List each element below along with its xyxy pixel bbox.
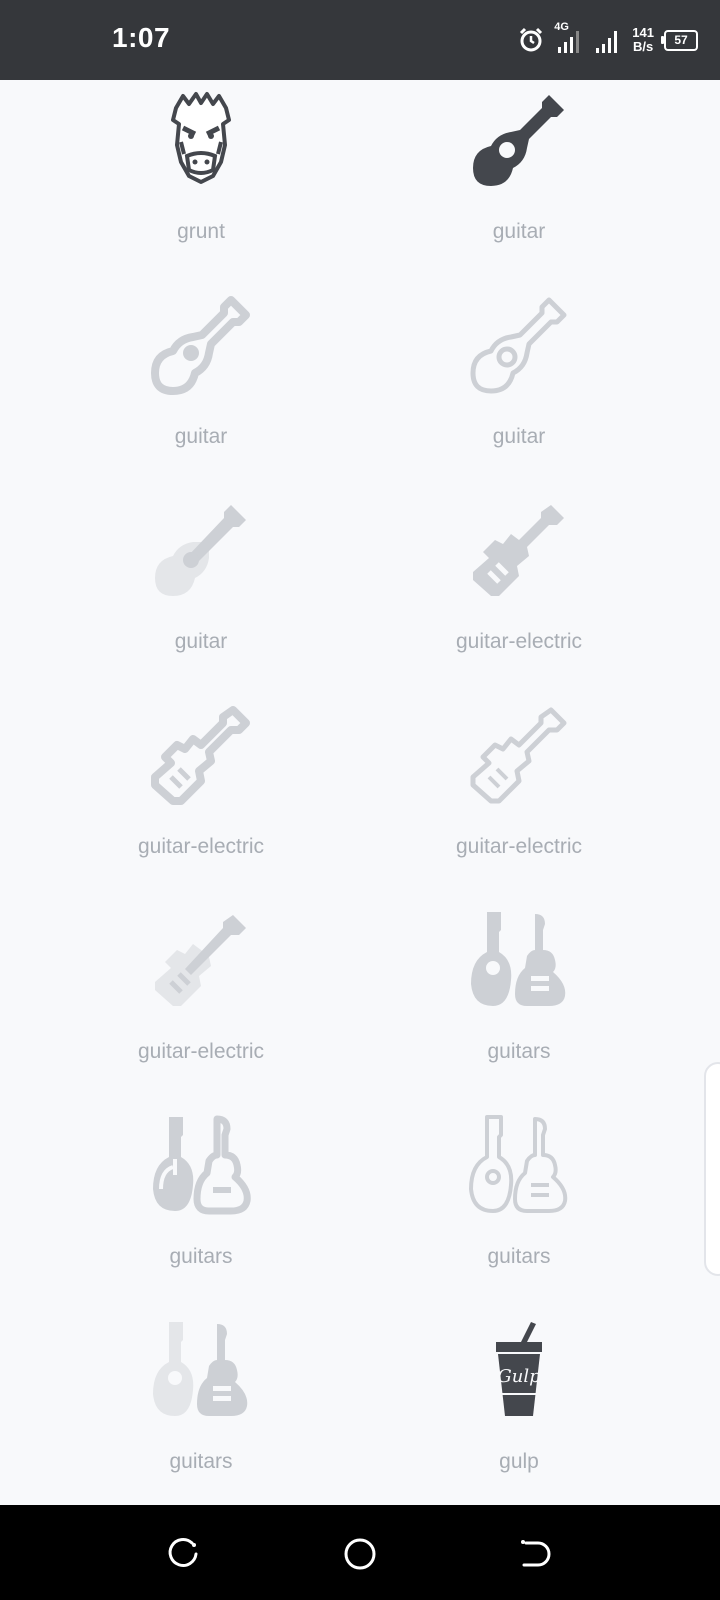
grunt-icon	[171, 92, 231, 184]
icon-cell-guitar[interactable]: guitar	[360, 285, 678, 490]
icon-cell-guitars[interactable]: guitars	[360, 900, 678, 1105]
guitars-regular-icon	[153, 1115, 251, 1215]
guitar-solid-icon	[473, 95, 564, 186]
guitar-light-icon	[470, 297, 567, 394]
status-time: 1:07	[112, 22, 171, 53]
icon-cell-gulp[interactable]: Gulp gulp	[360, 1310, 678, 1515]
icon-cell-guitars[interactable]: guitars	[42, 1105, 360, 1310]
guitars-solid-icon	[471, 912, 566, 1006]
icon-cell-guitars[interactable]: guitars	[360, 1105, 678, 1310]
svg-text:Gulp: Gulp	[497, 1366, 541, 1387]
icon-label: guitars	[169, 1245, 233, 1268]
edge-panel-handle[interactable]	[704, 1062, 720, 1276]
alarm-icon	[520, 27, 543, 52]
icon-label: guitar	[492, 220, 546, 243]
icon-cell-guitar-electric[interactable]: guitar-electric	[42, 695, 360, 900]
icon-cell-grunt[interactable]: grunt	[42, 80, 360, 285]
icon-cell-guitars[interactable]: guitars	[42, 1310, 360, 1515]
icon-label: guitar	[492, 425, 546, 448]
icon-cell-guitar-electric[interactable]: guitar-electric	[42, 900, 360, 1105]
icon-cell-guitar-electric[interactable]: guitar-electric	[360, 695, 678, 900]
home-icon[interactable]	[343, 1537, 377, 1571]
guitar-electric-regular-icon	[151, 706, 250, 805]
icon-cell-guitar-electric[interactable]: guitar-electric	[360, 490, 678, 695]
icon-label: guitars	[169, 1450, 233, 1473]
guitar-electric-light-icon	[470, 707, 567, 804]
guitar-regular-icon	[151, 296, 250, 395]
guitar-electric-duotone-icon	[155, 915, 246, 1006]
icon-label: guitars	[487, 1245, 551, 1268]
network-speed-unit: B/s	[633, 39, 654, 54]
icon-grid: grunt guitar guitar guitar guitar guitar…	[0, 80, 720, 1505]
icon-label: guitar-electric	[455, 835, 583, 858]
status-icons: 4G 141 B/s 57	[518, 20, 698, 60]
signal-icon	[596, 31, 618, 53]
navigation-bar	[0, 1505, 720, 1600]
status-bar: 1:07 4G 141 B/s 57	[0, 0, 720, 80]
guitars-duotone-icon	[153, 1322, 248, 1416]
icon-label: guitar-electric	[455, 630, 583, 653]
icon-cell-guitar[interactable]: guitar	[360, 80, 678, 285]
icon-label: guitar	[174, 425, 228, 448]
icon-label: guitar-electric	[137, 835, 265, 858]
icon-label: guitar-electric	[137, 1040, 265, 1063]
gulp-icon: Gulp	[496, 1322, 542, 1416]
signal-4g-icon: 4G	[554, 21, 584, 55]
guitar-duotone-icon	[155, 505, 246, 596]
guitar-electric-solid-icon	[473, 505, 564, 596]
back-icon[interactable]	[518, 1537, 552, 1571]
icon-label: guitars	[487, 1040, 551, 1063]
icon-label: guitar	[174, 630, 228, 653]
battery-icon: 57	[661, 29, 698, 51]
icon-label: gulp	[499, 1450, 539, 1473]
icon-label: grunt	[177, 220, 225, 243]
recent-apps-icon[interactable]	[166, 1537, 200, 1571]
guitars-light-icon	[469, 1115, 568, 1213]
network-speed: 141 B/s	[632, 26, 654, 54]
network-speed-value: 141	[632, 25, 654, 40]
icon-cell-guitar[interactable]: guitar	[42, 285, 360, 490]
icon-cell-guitar[interactable]: guitar	[42, 490, 360, 695]
